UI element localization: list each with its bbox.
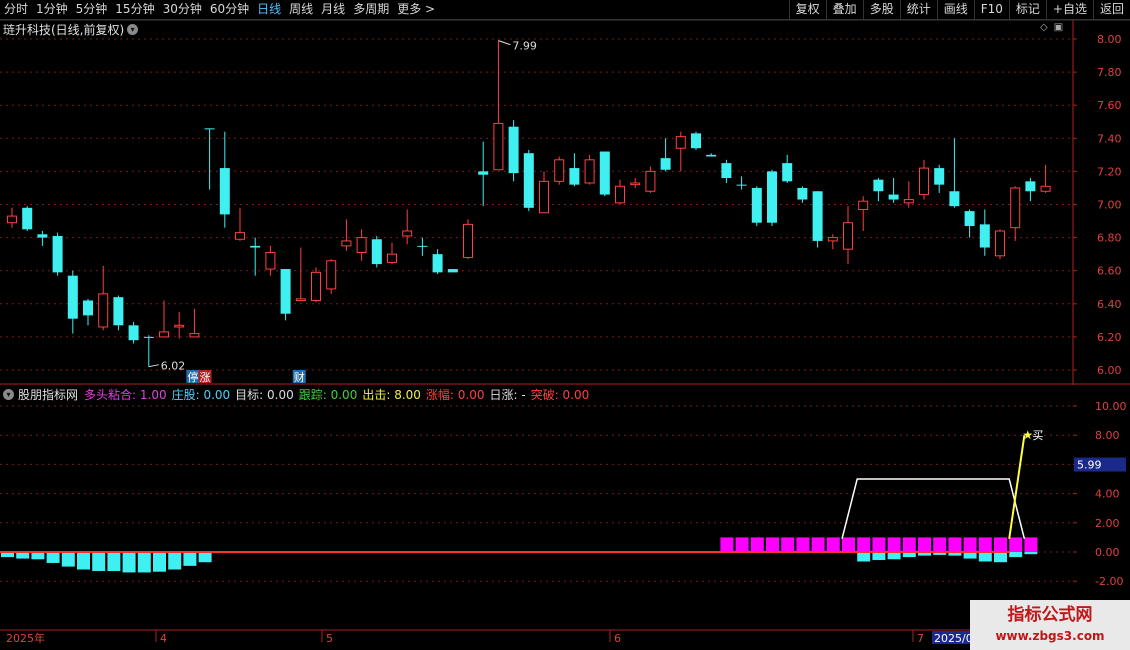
indicator-bar-magenta	[918, 537, 931, 552]
indicator-bar-cyan-tail	[1024, 552, 1038, 555]
indicator-bar-magenta	[811, 537, 825, 552]
indicator-bar-magenta	[994, 537, 1007, 552]
indicator-bar-cyan	[92, 552, 106, 571]
indicator-bar-magenta	[887, 537, 901, 552]
indicator-bar-cyan	[198, 552, 212, 563]
watermark-title: 指标公式网	[1007, 605, 1093, 625]
indicator-tick-label: 2.00	[1095, 517, 1120, 530]
indicator-bar-magenta	[750, 537, 764, 552]
time-axis-label: 6	[614, 632, 621, 645]
indicator-bar-cyan-tail	[872, 552, 886, 561]
indicator-bar-magenta	[933, 537, 947, 552]
indicator-bar-cyan-tail	[1009, 552, 1023, 558]
indicator-white-line	[841, 478, 1026, 540]
indicator-bar-magenta	[963, 537, 977, 552]
indicator-tick-label: 10.00	[1095, 400, 1127, 413]
indicator-bar-magenta	[857, 537, 871, 552]
indicator-tick-label: 0.00	[1095, 546, 1120, 559]
indicator-bar-cyan	[31, 552, 45, 560]
indicator-bar-cyan	[107, 552, 121, 571]
indicator-bar-cyan	[122, 552, 136, 573]
indicator-bar-magenta	[781, 537, 795, 552]
indicator-tick-label: 4.00	[1095, 488, 1120, 501]
indicator-bar-cyan	[168, 552, 182, 570]
indicator-tick-label: -2.00	[1095, 575, 1123, 588]
indicator-bar-magenta	[720, 537, 734, 552]
indicator-bar-magenta	[978, 537, 992, 552]
time-axis-label: 2025年	[6, 631, 45, 645]
time-axis-label: 2025/0	[934, 632, 973, 645]
indicator-bar-magenta	[1024, 537, 1038, 552]
current-value-text: 5.99	[1077, 459, 1102, 472]
indicator-bar-magenta	[1009, 537, 1023, 552]
indicator-bar-magenta	[948, 537, 962, 552]
indicator-bar-cyan	[183, 552, 197, 566]
indicator-bar-cyan-tail	[887, 552, 901, 560]
indicator-bar-cyan	[137, 552, 151, 573]
time-axis-label: 7	[917, 632, 924, 645]
indicator-bar-cyan	[46, 552, 60, 563]
indicator-bar-cyan-tail	[994, 552, 1007, 563]
indicator-bar-cyan	[153, 552, 166, 572]
indicator-bar-cyan-tail	[978, 552, 992, 562]
indicator-bar-cyan	[61, 552, 75, 567]
indicator-bar-magenta	[842, 537, 855, 552]
time-axis-label: 5	[326, 632, 333, 645]
indicator-bar-magenta	[902, 537, 916, 552]
indicator-bar-cyan	[77, 552, 90, 570]
buy-signal-label: 买	[1032, 429, 1043, 442]
indicator-bar-magenta	[766, 537, 779, 552]
indicator-chart[interactable]: 10.008.006.004.002.000.00-2.005.99★买2025…	[0, 0, 1130, 650]
time-axis-label: 4	[160, 632, 167, 645]
watermark-url: www.zbgs3.com	[995, 629, 1105, 643]
indicator-bar-cyan-tail	[857, 552, 871, 562]
indicator-tick-label: 8.00	[1095, 429, 1120, 442]
indicator-bar-magenta	[735, 537, 749, 552]
watermark: 指标公式网 www.zbgs3.com	[970, 600, 1130, 650]
indicator-bar-magenta	[872, 537, 886, 552]
indicator-bar-magenta	[796, 537, 810, 552]
indicator-bar-magenta	[826, 537, 840, 552]
